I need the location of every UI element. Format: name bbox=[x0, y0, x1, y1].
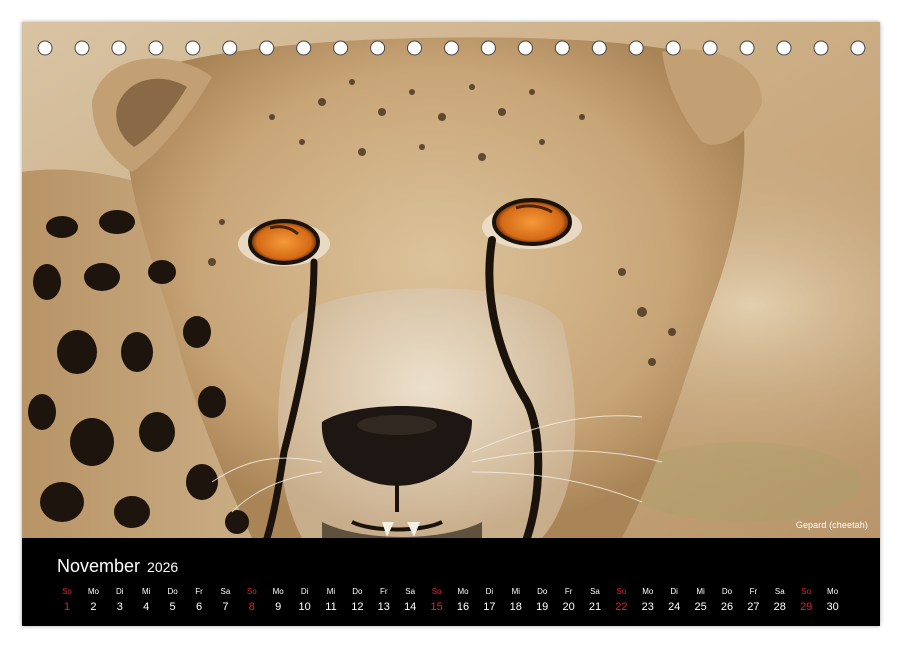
weekday-label: Di bbox=[116, 587, 124, 596]
weekday-label: Sa bbox=[590, 587, 600, 596]
binding-hole bbox=[296, 40, 312, 56]
weekday-label: So bbox=[431, 587, 442, 596]
day-number: 10 bbox=[298, 601, 311, 613]
day-number: 17 bbox=[483, 601, 496, 613]
weekday-label: Mo bbox=[87, 587, 99, 596]
weekday-label: Mi bbox=[326, 587, 336, 596]
binding-hole bbox=[554, 40, 570, 56]
cheetah-photo bbox=[22, 22, 880, 538]
weekday-label: Mi bbox=[511, 587, 521, 596]
month-name: November bbox=[57, 556, 141, 576]
day-number: 7 bbox=[222, 601, 229, 613]
weekday-label: Di bbox=[670, 587, 678, 596]
day-number: 28 bbox=[773, 601, 786, 613]
binding-hole bbox=[850, 40, 866, 56]
month-title: November 2026 bbox=[57, 556, 178, 577]
binding-hole bbox=[480, 40, 496, 56]
weekday-label: So bbox=[801, 587, 812, 596]
weekday-label: Do bbox=[537, 587, 548, 596]
weekday-label: Fr bbox=[564, 587, 573, 596]
weekday-label: Sa bbox=[774, 587, 785, 596]
weekday-label: Mo bbox=[457, 587, 469, 596]
binding-hole bbox=[370, 40, 386, 56]
day-number: 9 bbox=[275, 601, 282, 613]
year-label: 2026 bbox=[147, 559, 179, 575]
binding-hole bbox=[739, 40, 755, 56]
day-number: 29 bbox=[800, 601, 813, 613]
day-number: 13 bbox=[377, 601, 390, 613]
binding-hole bbox=[407, 40, 422, 56]
day-number: 27 bbox=[747, 601, 760, 613]
weekday-label: Mo bbox=[272, 587, 284, 596]
binding-hole bbox=[74, 40, 90, 56]
weekday-label: Sa bbox=[220, 587, 231, 596]
weekday-label: Mo bbox=[827, 587, 839, 596]
weekday-label: Di bbox=[300, 587, 309, 596]
binding-hole bbox=[37, 40, 53, 56]
day-number: 4 bbox=[143, 601, 150, 613]
day-number: 8 bbox=[248, 601, 255, 613]
weekday-label: Do bbox=[352, 587, 363, 596]
binding-hole bbox=[813, 40, 829, 56]
weekday-label: So bbox=[62, 587, 72, 596]
weekday-label: Mi bbox=[141, 587, 151, 596]
weekday-label: Sa bbox=[405, 587, 416, 596]
day-number: 25 bbox=[694, 601, 707, 613]
weekday-label: Do bbox=[167, 587, 178, 596]
binding-hole bbox=[185, 40, 201, 56]
weekday-label: Mo bbox=[642, 587, 654, 596]
binding-hole bbox=[148, 40, 164, 56]
binding-holes bbox=[37, 40, 866, 56]
calendar-page: Gepard (cheetah) November 2026 So 1 Mo 2 Di 3… bbox=[22, 22, 880, 626]
day-number: 15 bbox=[430, 601, 443, 613]
day-number: 20 bbox=[562, 601, 575, 613]
weekday-label: Fr bbox=[749, 587, 758, 596]
binding-hole bbox=[628, 40, 644, 56]
day-number: 26 bbox=[720, 601, 734, 613]
day-number: 12 bbox=[351, 601, 364, 613]
day-number: 23 bbox=[641, 601, 654, 613]
weekday-label: Fr bbox=[380, 587, 388, 596]
day-number: 5 bbox=[169, 601, 176, 613]
day-number: 30 bbox=[826, 601, 839, 613]
day-number: 1 bbox=[63, 601, 71, 613]
day-number: 14 bbox=[404, 601, 417, 613]
binding-hole bbox=[259, 40, 275, 56]
weekday-label: Di bbox=[485, 587, 494, 596]
binding-hole bbox=[665, 40, 681, 56]
day-number: 18 bbox=[509, 601, 522, 613]
day-number: 11 bbox=[325, 601, 337, 613]
binding-hole bbox=[517, 40, 533, 56]
day-number: 24 bbox=[668, 601, 681, 613]
day-number: 6 bbox=[195, 601, 203, 613]
day-number: 22 bbox=[615, 601, 628, 613]
weekday-label: So bbox=[246, 587, 257, 596]
weekday-label: Mi bbox=[696, 587, 705, 596]
binding-hole bbox=[444, 40, 459, 56]
day-number: 3 bbox=[116, 601, 123, 613]
day-number: 21 bbox=[588, 601, 602, 613]
binding-hole bbox=[776, 40, 792, 56]
day-number: 16 bbox=[456, 601, 470, 613]
calendar-band: November 2026 So 1 Mo 2 Di 3 Mi 4 Do 5 Fr 6 Sa 7 So 8 Mo… bbox=[22, 538, 880, 626]
day-number: 19 bbox=[536, 601, 549, 613]
weekday-label: Do bbox=[721, 587, 733, 596]
binding-hole bbox=[111, 40, 127, 56]
binding-hole bbox=[702, 40, 718, 56]
binding-hole bbox=[591, 40, 607, 56]
binding-hole bbox=[333, 40, 349, 56]
day-number: 2 bbox=[90, 601, 97, 613]
weekday-label: Fr bbox=[195, 587, 203, 596]
binding-hole bbox=[222, 40, 238, 56]
photo-caption: Gepard (cheetah) bbox=[795, 520, 868, 530]
weekday-label: So bbox=[616, 587, 627, 596]
